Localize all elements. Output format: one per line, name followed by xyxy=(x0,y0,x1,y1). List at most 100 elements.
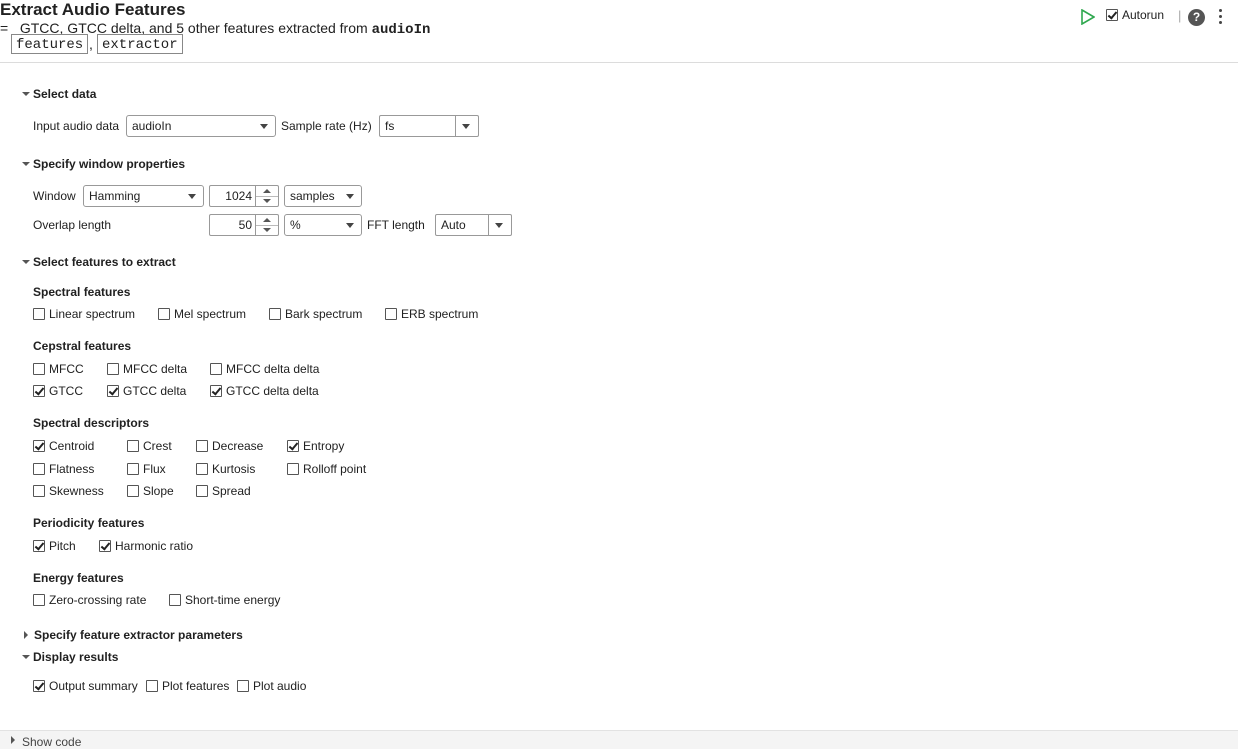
dropdown-value: audioIn xyxy=(132,119,172,133)
increment-icon[interactable] xyxy=(263,218,271,222)
checkbox-label: Decrease xyxy=(212,439,264,453)
checkbox-flux[interactable]: Flux xyxy=(127,462,166,476)
autorun-checkbox[interactable]: Autorun xyxy=(1106,8,1164,22)
checkbox-entropy[interactable]: Entropy xyxy=(287,439,344,453)
chevron-down-icon xyxy=(495,223,503,228)
window-type-dropdown[interactable]: Hamming xyxy=(83,185,204,207)
dropdown-value: % xyxy=(290,218,301,232)
checkbox-box[interactable] xyxy=(33,363,45,375)
chevron-down-icon[interactable] xyxy=(22,162,30,166)
checkbox-rolloff-point[interactable]: Rolloff point xyxy=(287,462,366,476)
checkbox-mfcc-delta[interactable]: MFCC delta xyxy=(107,362,187,376)
section-extractor-parameters[interactable]: Specify feature extractor parameters xyxy=(22,628,243,642)
checkbox-box[interactable] xyxy=(287,463,299,475)
overlap-unit-dropdown[interactable]: % xyxy=(284,214,362,236)
checkbox-decrease[interactable]: Decrease xyxy=(196,439,263,453)
checkbox-box[interactable] xyxy=(146,680,158,692)
output-features-field[interactable]: features xyxy=(11,34,89,54)
chevron-right-icon[interactable] xyxy=(24,631,28,639)
decrement-icon[interactable] xyxy=(263,228,271,232)
checkbox-box[interactable] xyxy=(196,485,208,497)
checkbox-box[interactable] xyxy=(33,463,45,475)
checkbox-box[interactable] xyxy=(1106,9,1118,21)
checkbox-mel-spectrum[interactable]: Mel spectrum xyxy=(158,307,246,321)
checkbox-box[interactable] xyxy=(33,540,45,552)
checkbox-bark-spectrum[interactable]: Bark spectrum xyxy=(269,307,362,321)
output-separator: , xyxy=(89,36,93,52)
more-options-icon[interactable] xyxy=(1219,9,1223,27)
checkbox-output-summary[interactable]: Output summary xyxy=(33,679,138,693)
checkbox-erb-spectrum[interactable]: ERB spectrum xyxy=(385,307,478,321)
fft-length-dropdown-button[interactable] xyxy=(488,215,511,235)
checkbox-box[interactable] xyxy=(33,308,45,320)
section-display-results[interactable]: Display results xyxy=(22,650,118,664)
checkbox-box[interactable] xyxy=(385,308,397,320)
checkbox-box[interactable] xyxy=(196,440,208,452)
input-audio-dropdown[interactable]: audioIn xyxy=(126,115,276,137)
show-code-bar[interactable]: Show code xyxy=(0,730,1238,749)
checkbox-spread[interactable]: Spread xyxy=(196,484,251,498)
checkbox-box[interactable] xyxy=(158,308,170,320)
checkbox-slope[interactable]: Slope xyxy=(127,484,174,498)
checkbox-box[interactable] xyxy=(127,440,139,452)
checkbox-label: ERB spectrum xyxy=(401,307,479,321)
checkbox-box[interactable] xyxy=(33,485,45,497)
checkbox-box[interactable] xyxy=(107,385,119,397)
checkbox-box[interactable] xyxy=(210,363,222,375)
checkbox-kurtosis[interactable]: Kurtosis xyxy=(196,462,255,476)
spinner-value[interactable]: 50 xyxy=(239,218,252,232)
checkbox-box[interactable] xyxy=(196,463,208,475)
section-window-properties[interactable]: Specify window properties xyxy=(22,157,185,171)
checkbox-harmonic-ratio[interactable]: Harmonic ratio xyxy=(99,539,193,553)
checkbox-mfcc[interactable]: MFCC xyxy=(33,362,84,376)
checkbox-linear-spectrum[interactable]: Linear spectrum xyxy=(33,307,135,321)
checkbox-gtcc-delta-delta[interactable]: GTCC delta delta xyxy=(210,384,319,398)
checkbox-box[interactable] xyxy=(33,385,45,397)
checkbox-box[interactable] xyxy=(33,594,45,606)
section-select-data[interactable]: Select data xyxy=(22,87,96,101)
checkbox-box[interactable] xyxy=(99,540,111,552)
page-title: Extract Audio Features xyxy=(0,0,186,19)
checkbox-box[interactable] xyxy=(33,440,45,452)
chevron-down-icon[interactable] xyxy=(22,260,30,264)
chevron-right-icon[interactable] xyxy=(11,736,15,744)
checkbox-gtcc-delta[interactable]: GTCC delta xyxy=(107,384,186,398)
overlap-length-spinner[interactable]: 50 xyxy=(209,214,279,236)
checkbox-skewness[interactable]: Skewness xyxy=(33,484,104,498)
checkbox-box[interactable] xyxy=(237,680,249,692)
output-extractor-field[interactable]: extractor xyxy=(97,34,183,54)
checkbox-short-time-energy[interactable]: Short-time energy xyxy=(169,593,280,607)
checkbox-crest[interactable]: Crest xyxy=(127,439,172,453)
chevron-down-icon[interactable] xyxy=(22,655,30,659)
increment-icon[interactable] xyxy=(263,189,271,193)
checkbox-centroid[interactable]: Centroid xyxy=(33,439,94,453)
fft-length-combo[interactable]: Auto xyxy=(435,214,512,236)
checkbox-box[interactable] xyxy=(127,485,139,497)
checkbox-box[interactable] xyxy=(169,594,181,606)
checkbox-box[interactable] xyxy=(127,463,139,475)
checkbox-box[interactable] xyxy=(210,385,222,397)
checkbox-box[interactable] xyxy=(269,308,281,320)
checkbox-zero-crossing-rate[interactable]: Zero-crossing rate xyxy=(33,593,146,607)
help-icon[interactable]: ? xyxy=(1188,9,1205,26)
checkbox-label: Centroid xyxy=(49,439,95,453)
checkbox-box[interactable] xyxy=(33,680,45,692)
checkbox-gtcc[interactable]: GTCC xyxy=(33,384,83,398)
checkbox-box[interactable] xyxy=(287,440,299,452)
checkbox-mfcc-delta-delta[interactable]: MFCC delta delta xyxy=(210,362,319,376)
sample-rate-dropdown-button[interactable] xyxy=(455,116,478,136)
checkbox-plot-audio[interactable]: Plot audio xyxy=(237,679,306,693)
section-select-features[interactable]: Select features to extract xyxy=(22,255,176,269)
spinner-value[interactable]: 1024 xyxy=(225,189,252,203)
checkbox-flatness[interactable]: Flatness xyxy=(33,462,94,476)
sample-rate-combo[interactable]: fs xyxy=(379,115,479,137)
checkbox-pitch[interactable]: Pitch xyxy=(33,539,76,553)
decrement-icon[interactable] xyxy=(263,199,271,203)
window-unit-dropdown[interactable]: samples xyxy=(284,185,362,207)
run-icon[interactable] xyxy=(1081,8,1096,28)
window-length-spinner[interactable]: 1024 xyxy=(209,185,279,207)
show-code-label[interactable]: Show code xyxy=(22,735,81,749)
checkbox-box[interactable] xyxy=(107,363,119,375)
chevron-down-icon[interactable] xyxy=(22,92,30,96)
checkbox-plot-features[interactable]: Plot features xyxy=(146,679,229,693)
